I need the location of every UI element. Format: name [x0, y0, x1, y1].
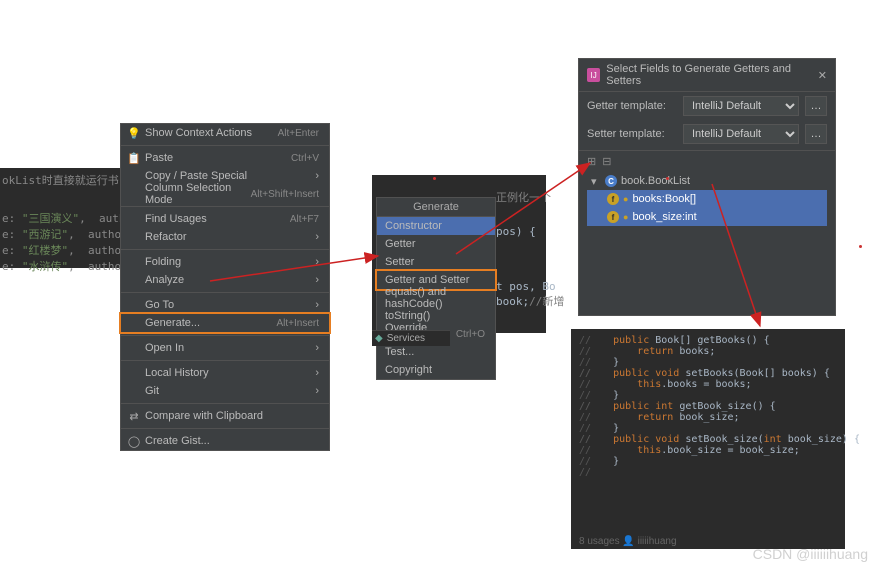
generate-item-constructor[interactable]: Constructor	[377, 217, 495, 235]
menu-item-label: Paste	[145, 152, 173, 164]
getter-template-label: Getter template:	[587, 100, 677, 112]
generate-item-setter[interactable]: Setter	[377, 253, 495, 271]
dot	[859, 245, 862, 248]
menu-item-paste[interactable]: 📋PasteCtrl+V	[121, 149, 329, 167]
menu-item-generate[interactable]: Generate...Alt+Insert	[121, 314, 329, 332]
code-editor-mid-right: 正例化一个 pos) { t pos, Bo book;book;//新增//新…	[494, 175, 546, 333]
code-line: // return books;	[579, 346, 841, 357]
menu-item-label: Git	[145, 385, 159, 397]
menu-item-label: toString()	[385, 310, 430, 322]
close-icon[interactable]: ✕	[818, 69, 827, 82]
dot	[433, 177, 436, 180]
generate-item-equals-and-hashcode[interactable]: equals() and hashCode()	[377, 289, 495, 307]
code-line: // }	[579, 357, 841, 368]
dot	[666, 177, 669, 180]
menu-item-find-usages[interactable]: Find UsagesAlt+F7	[121, 210, 329, 228]
code-editor-left-lines: e: "三国演义", authoe: "西游记", authoe: "红楼梦",…	[0, 208, 122, 268]
menu-item-label: Copyright	[385, 364, 432, 376]
menu-item-compare-with-clipboard[interactable]: ⇄ Compare with Clipboard	[121, 407, 329, 425]
compare-icon: ⇄	[127, 410, 141, 423]
bulb-icon: 💡	[127, 127, 141, 140]
context-menu[interactable]: 💡Show Context ActionsAlt+Enter📋PasteCtrl…	[120, 123, 330, 451]
dialog-title-text: Select Fields to Generate Getters and Se…	[606, 63, 817, 87]
field-name: books:Book[]	[632, 193, 696, 205]
generated-code-block: // public Book[] getBooks() {// return b…	[571, 329, 845, 549]
code-line: e: "水浒传", autho	[2, 258, 120, 274]
menu-item-label: Copy / Paste Special	[145, 170, 247, 182]
dialog-icon: IJ	[587, 68, 600, 82]
setter-template-label: Setter template:	[587, 128, 677, 140]
menu-item-label: Local History	[145, 367, 209, 379]
menu-item-column-selection-mode[interactable]: Column Selection ModeAlt+Shift+Insert	[121, 185, 329, 203]
getter-template-browse[interactable]: …	[805, 96, 827, 116]
menu-item-folding[interactable]: Folding›	[121, 253, 329, 271]
code-line: // public void setBook_size(int book_siz…	[579, 434, 841, 445]
menu-item-label: Getter and Setter	[385, 274, 469, 286]
tree-root[interactable]: ▾ C book.BookList	[587, 172, 827, 190]
menu-item-analyze[interactable]: Analyze›	[121, 271, 329, 289]
services-toolbar[interactable]: ◆ Services	[372, 330, 450, 346]
getter-setter-dialog[interactable]: IJ Select Fields to Generate Getters and…	[578, 58, 836, 316]
menu-item-label: Go To	[145, 299, 174, 311]
menu-item-label: Generate...	[145, 317, 200, 329]
generate-item-copyright[interactable]: Copyright	[377, 361, 495, 379]
menu-item-label: Getter	[385, 238, 416, 250]
field-name: book_size:int	[632, 211, 696, 223]
code-line: e: "西游记", autho	[2, 226, 120, 242]
expand-icon[interactable]: ⊞	[587, 155, 596, 168]
field-icon: f	[607, 193, 619, 205]
code-fragment: okList时直接就运行书	[2, 172, 120, 188]
generate-popup-title: Generate	[377, 198, 495, 217]
class-icon: C	[605, 175, 617, 187]
code-line: // this.book_size = book_size;	[579, 445, 841, 456]
code-line: // }	[579, 456, 841, 467]
generate-item-getter[interactable]: Getter	[377, 235, 495, 253]
menu-item-open-in[interactable]: Open In›	[121, 339, 329, 357]
code-line: // return book_size;	[579, 412, 841, 423]
code-line: // public int getBook_size() {	[579, 401, 841, 412]
menu-item-git[interactable]: Git›	[121, 382, 329, 400]
watermark: CSDN @iiiiiihuang	[753, 546, 868, 562]
menu-item-show-context-actions[interactable]: 💡Show Context ActionsAlt+Enter	[121, 124, 329, 142]
github-icon: ◯	[127, 435, 141, 448]
tree-field[interactable]: f● book_size:int	[587, 208, 827, 226]
menu-item-label: Find Usages	[145, 213, 207, 225]
generate-popup[interactable]: Generate Constructor Getter Setter Getter a…	[376, 197, 496, 380]
code-line: // public Book[] getBooks() {	[579, 335, 841, 346]
menu-item-label: Analyze	[145, 274, 184, 286]
menu-item-label: Setter	[385, 256, 414, 268]
code-line: // public void setBooks(Book[] books) {	[579, 368, 841, 379]
field-icon: f	[607, 211, 619, 223]
code-line: // this.books = books;	[579, 379, 841, 390]
menu-item-label: Create Gist...	[145, 435, 210, 447]
menu-item-go-to[interactable]: Go To›	[121, 296, 329, 314]
field-tree[interactable]: ▾ C book.BookList f● books:Book[]f● book…	[579, 170, 835, 228]
menu-item-label: Refactor	[145, 231, 187, 243]
menu-item-label: Compare with Clipboard	[145, 410, 263, 422]
collapse-icon[interactable]: ⊟	[602, 155, 611, 168]
menu-item-label: Column Selection Mode	[145, 182, 251, 206]
menu-item-label: Folding	[145, 256, 181, 268]
menu-item-label: Open In	[145, 342, 184, 354]
paste-icon: 📋	[127, 152, 141, 165]
menu-item-label: Constructor	[385, 220, 442, 232]
code-line: e: "红楼梦", autho	[2, 242, 120, 258]
code-line: e: "三国演义", autho	[2, 210, 120, 226]
menu-item-create-gist[interactable]: ◯ Create Gist...	[121, 432, 329, 450]
services-label: Services	[387, 333, 425, 344]
menu-item-refactor[interactable]: Refactor›	[121, 228, 329, 246]
getter-template-select[interactable]: IntelliJ Default	[683, 96, 799, 116]
code-footer: 8 usages 👤 iiiiihuang	[579, 536, 677, 547]
setter-template-select[interactable]: IntelliJ Default	[683, 124, 799, 144]
services-icon: ◆	[375, 333, 383, 344]
menu-item-label: Show Context Actions	[145, 127, 252, 139]
menu-item-local-history[interactable]: Local History›	[121, 364, 329, 382]
code-line: // }	[579, 423, 841, 434]
setter-template-browse[interactable]: …	[805, 124, 827, 144]
menu-item-label: Test...	[385, 346, 414, 358]
code-line: // }	[579, 390, 841, 401]
tree-field[interactable]: f● books:Book[]	[587, 190, 827, 208]
